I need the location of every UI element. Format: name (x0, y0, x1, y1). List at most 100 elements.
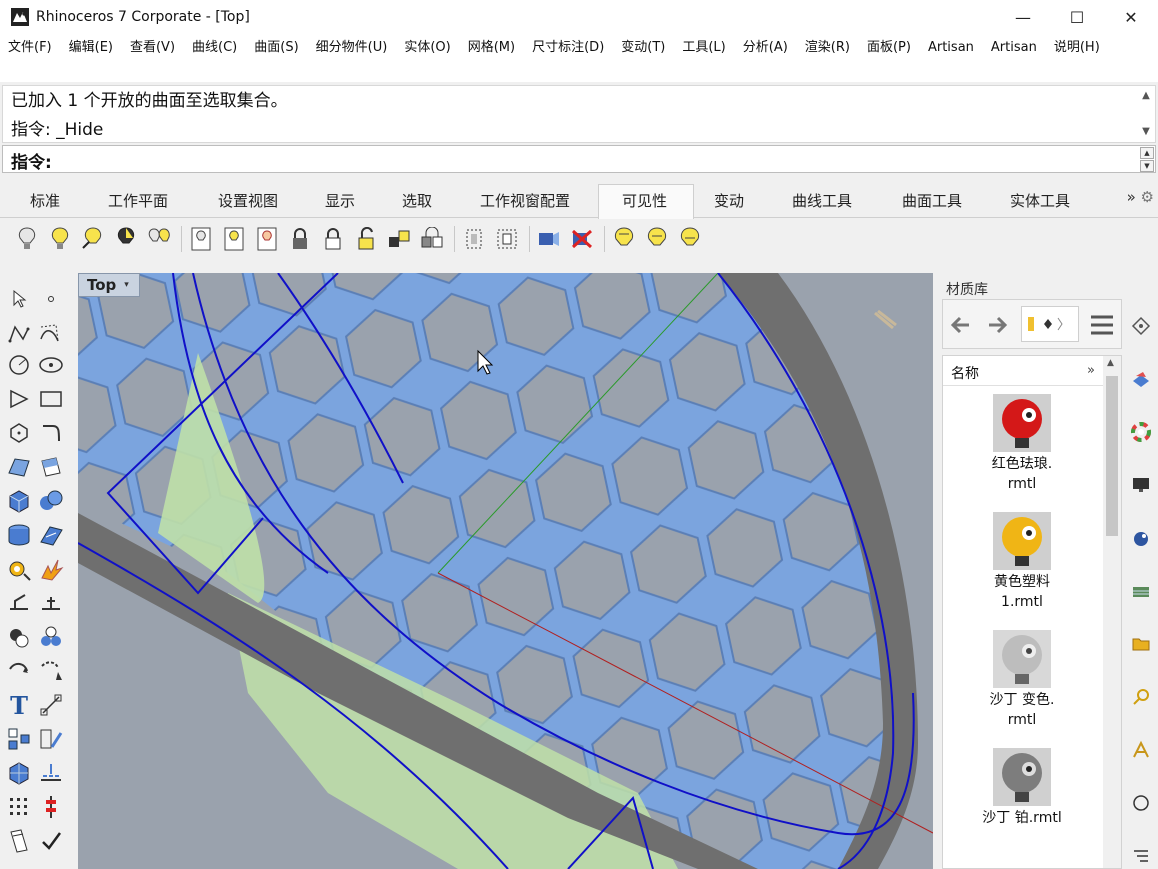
top-viewport[interactable]: Top ▾ (78, 273, 933, 869)
close-button[interactable]: ✕ (1104, 0, 1158, 34)
split-icon[interactable] (4, 588, 34, 618)
circle-outline-icon[interactable] (1130, 792, 1152, 814)
extrude-surface-icon[interactable] (36, 520, 66, 550)
library-breadcrumb[interactable] (1021, 306, 1079, 342)
menu-render[interactable]: 渲染(R) (805, 36, 850, 60)
hide-in-detail-icon[interactable] (186, 224, 216, 254)
scroll-up-icon[interactable]: ▲ (1107, 358, 1114, 368)
material-item[interactable]: 黄色塑料 1.rmtl (947, 512, 1097, 612)
ellipse-icon[interactable] (36, 350, 66, 380)
surface-corner-icon[interactable] (4, 452, 34, 482)
menu-view[interactable]: 查看(V) (130, 36, 175, 60)
light-bulb-off-icon[interactable] (675, 224, 705, 254)
menu-panels[interactable]: 面板(P) (867, 36, 911, 60)
environment-icon[interactable] (1130, 580, 1152, 602)
trim-icon[interactable] (36, 588, 66, 618)
unlock-icon[interactable] (318, 224, 348, 254)
move-icon[interactable] (36, 656, 66, 686)
menu-artisan-2[interactable]: Artisan (991, 36, 1037, 60)
select-arrow-icon[interactable] (4, 284, 34, 314)
arc-icon[interactable] (4, 384, 34, 414)
rectangle-icon[interactable] (36, 384, 66, 414)
light-bulb-on-icon[interactable] (642, 224, 672, 254)
hide-points-icon[interactable] (492, 224, 522, 254)
menu-dimension[interactable]: 尺寸标注(D) (532, 36, 604, 60)
back-arrow-icon[interactable] (947, 310, 977, 340)
key-search-icon[interactable] (1130, 686, 1152, 708)
material-list[interactable]: 名称 » ▲ 红色珐琅. rmtl 黄色塑料 1.rmtl 沙丁 变色. rmt… (942, 355, 1122, 869)
tab-solid-tools[interactable]: 实体工具 (1010, 190, 1070, 211)
show-points-icon[interactable] (459, 224, 489, 254)
circle-icon[interactable] (4, 350, 34, 380)
display-monitor-icon[interactable] (1130, 474, 1152, 496)
menu-edit[interactable]: 编辑(E) (69, 36, 113, 60)
mirror-icon[interactable] (36, 724, 66, 754)
tab-transform[interactable]: 变动 (714, 190, 744, 211)
gear-tool-icon[interactable] (4, 554, 34, 584)
hamburger-menu-icon[interactable] (1087, 310, 1117, 340)
tab-visibility[interactable]: 可见性 (622, 190, 667, 211)
menu-tools[interactable]: 工具(L) (682, 36, 725, 60)
show-in-detail-icon[interactable] (219, 224, 249, 254)
viewport-title-tab[interactable]: Top ▾ (78, 273, 140, 297)
menu-transform[interactable]: 变动(T) (621, 36, 665, 60)
sphere-solid-icon[interactable] (36, 486, 66, 516)
polyline-icon[interactable] (4, 318, 34, 348)
disable-clipping-icon[interactable] (567, 224, 597, 254)
tab-viewport-layout[interactable]: 工作视窗配置 (480, 190, 570, 211)
menu-subd[interactable]: 细分物件(U) (316, 36, 388, 60)
tabs-overflow-button[interactable]: » ⚙ (1127, 188, 1154, 206)
viewport-canvas[interactable] (78, 273, 933, 869)
tab-cplanes[interactable]: 工作平面 (108, 190, 168, 211)
menu-analyze[interactable]: 分析(A) (743, 36, 788, 60)
tab-display[interactable]: 显示 (325, 190, 355, 211)
menu-help[interactable]: 说明(H) (1054, 36, 1100, 60)
material-item[interactable]: 沙丁 铂.rmtl (947, 748, 1097, 828)
forward-arrow-icon[interactable] (983, 310, 1013, 340)
rotate-icon[interactable] (4, 656, 34, 686)
cylinder-solid-icon[interactable] (4, 520, 34, 550)
lock-swap-icon[interactable] (384, 224, 414, 254)
list-tree-icon[interactable] (1130, 845, 1152, 867)
tab-set-view[interactable]: 设置视图 (218, 190, 278, 211)
menu-surface[interactable]: 曲面(S) (254, 36, 298, 60)
tab-curve-tools[interactable]: 曲线工具 (792, 190, 852, 211)
point-icon[interactable] (36, 284, 66, 314)
check-icon[interactable] (36, 826, 66, 856)
text-tool-icon[interactable]: T (4, 690, 34, 720)
maximize-button[interactable]: ☐ (1050, 0, 1104, 34)
box-solid-icon[interactable] (4, 486, 34, 516)
properties-icon[interactable] (1130, 315, 1152, 337)
spin-down-icon[interactable]: ▼ (1140, 160, 1154, 172)
swap-hidden-bulb-icon[interactable] (111, 224, 141, 254)
minimize-button[interactable]: — (996, 0, 1050, 34)
surface-edge-icon[interactable] (36, 452, 66, 482)
menu-mesh[interactable]: 网格(M) (468, 36, 515, 60)
command-history[interactable]: 已加入 1 个开放的曲面至选取集合。 指令: _Hide ▲ ▼ (2, 85, 1156, 143)
layout-icon[interactable] (4, 826, 34, 856)
detail-layer-icon[interactable] (252, 224, 282, 254)
polygon-icon[interactable] (4, 418, 34, 448)
layers-icon[interactable] (1130, 368, 1152, 390)
mesh-box-icon[interactable] (4, 758, 34, 788)
show-bulb-icon[interactable] (45, 224, 75, 254)
viewport-dropdown-icon[interactable]: ▾ (124, 280, 129, 290)
more-columns-button[interactable]: » (1087, 363, 1095, 378)
multi-bulb-icon[interactable] (144, 224, 174, 254)
fillet-curve-icon[interactable] (36, 418, 66, 448)
point-grid-icon[interactable] (4, 792, 34, 822)
spin-up-icon[interactable]: ▲ (1140, 147, 1154, 159)
color-wheel-icon[interactable] (1130, 421, 1152, 443)
material-sphere-icon[interactable] (1130, 527, 1152, 549)
menu-curve[interactable]: 曲线(C) (192, 36, 237, 60)
scroll-up-icon[interactable]: ▲ (1139, 90, 1153, 101)
explode-icon[interactable] (36, 554, 66, 584)
clipping-plane-icon[interactable] (534, 224, 564, 254)
boolean-split-icon[interactable] (36, 622, 66, 652)
material-item[interactable]: 红色珐琅. rmtl (947, 394, 1097, 494)
tab-surface-tools[interactable]: 曲面工具 (902, 190, 962, 211)
boolean-union-icon[interactable] (4, 622, 34, 652)
dimension-icon[interactable] (36, 690, 66, 720)
artisan-icon[interactable] (1130, 739, 1152, 761)
tab-select[interactable]: 选取 (402, 190, 432, 211)
